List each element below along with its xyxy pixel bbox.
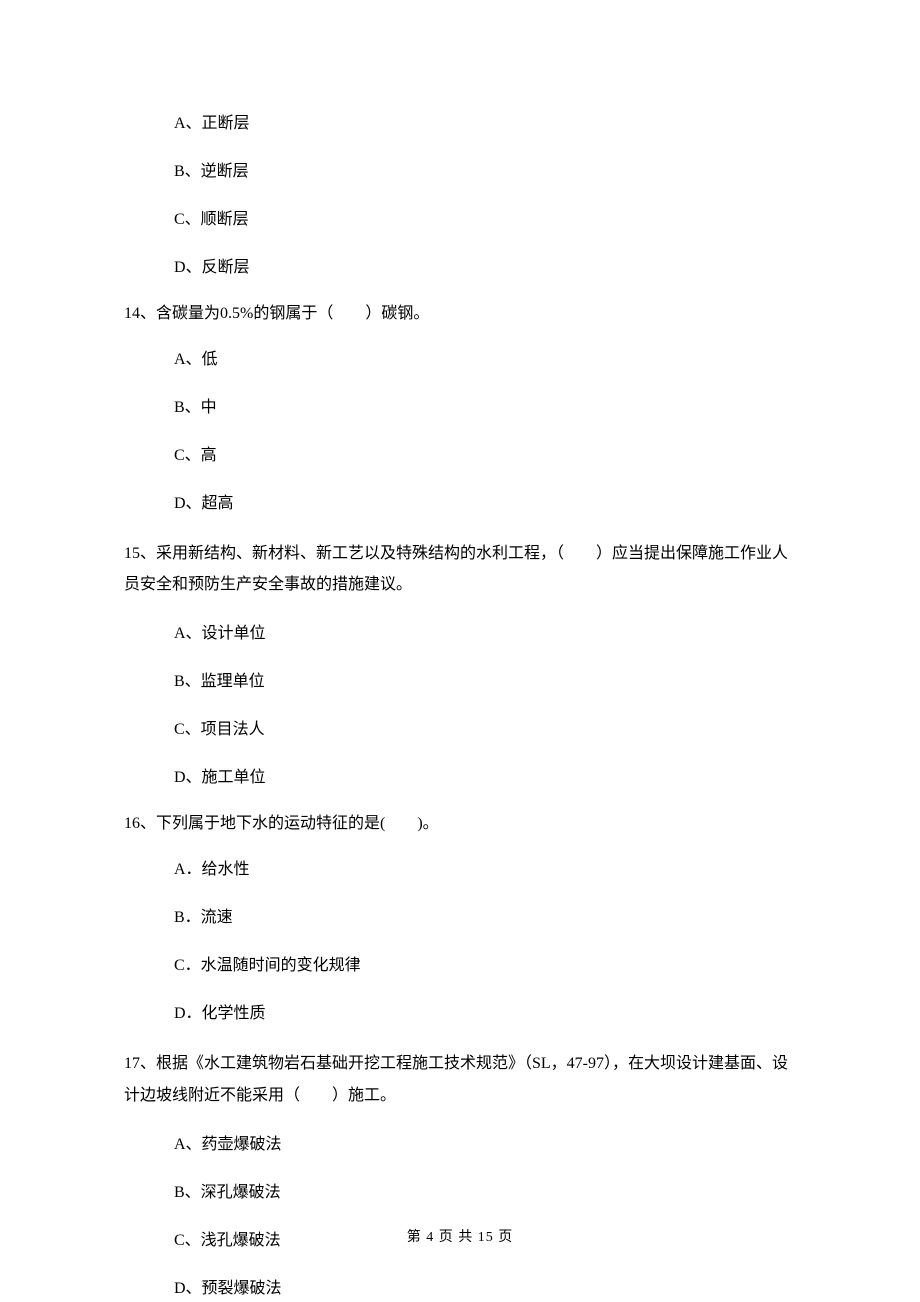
q16-text: 16、下列属于地下水的运动特征的是( )。 [124, 812, 796, 836]
q15-options: A、设计单位 B、监理单位 C、项目法人 D、施工单位 [124, 622, 796, 790]
q15-option-d: D、施工单位 [174, 766, 796, 790]
content-area: A、正断层 B、逆断层 C、顺断层 D、反断层 14、含碳量为0.5%的钢属于（… [0, 112, 920, 1301]
q17-option-a: A、药壶爆破法 [174, 1133, 796, 1157]
q13-option-a: A、正断层 [174, 112, 796, 136]
q14-option-c: C、高 [174, 444, 796, 468]
q14-option-a: A、低 [174, 348, 796, 372]
q13-option-b: B、逆断层 [174, 160, 796, 184]
q13-options: A、正断层 B、逆断层 C、顺断层 D、反断层 [124, 112, 796, 280]
page-footer: 第 4 页 共 15 页 [0, 1227, 920, 1248]
q15-option-b: B、监理单位 [174, 670, 796, 694]
q17-options: A、药壶爆破法 B、深孔爆破法 C、浅孔爆破法 D、预裂爆破法 [124, 1133, 796, 1301]
q14-text: 14、含碳量为0.5%的钢属于（ ）碳钢。 [124, 302, 796, 326]
q15-option-a: A、设计单位 [174, 622, 796, 646]
q16-option-c: C．水温随时间的变化规律 [174, 954, 796, 978]
q15-option-c: C、项目法人 [174, 718, 796, 742]
q17-option-b: B、深孔爆破法 [174, 1181, 796, 1205]
page: A、正断层 B、逆断层 C、顺断层 D、反断层 14、含碳量为0.5%的钢属于（… [0, 0, 920, 1302]
q15-text: 15、采用新结构、新材料、新工艺以及特殊结构的水利工程，（ ）应当提出保障施工作… [124, 538, 796, 600]
q16-option-d: D．化学性质 [174, 1002, 796, 1026]
q17-option-d: D、预裂爆破法 [174, 1277, 796, 1301]
q17-text: 17、根据《水工建筑物岩石基础开挖工程施工技术规范》（SL，47-97），在大坝… [124, 1048, 796, 1110]
q16-options: A．给水性 B．流速 C．水温随时间的变化规律 D．化学性质 [124, 858, 796, 1026]
q16-option-b: B．流速 [174, 906, 796, 930]
q16-option-a: A．给水性 [174, 858, 796, 882]
q13-option-c: C、顺断层 [174, 208, 796, 232]
q13-option-d: D、反断层 [174, 256, 796, 280]
q14-option-d: D、超高 [174, 492, 796, 516]
q14-option-b: B、中 [174, 396, 796, 420]
q14-options: A、低 B、中 C、高 D、超高 [124, 348, 796, 516]
